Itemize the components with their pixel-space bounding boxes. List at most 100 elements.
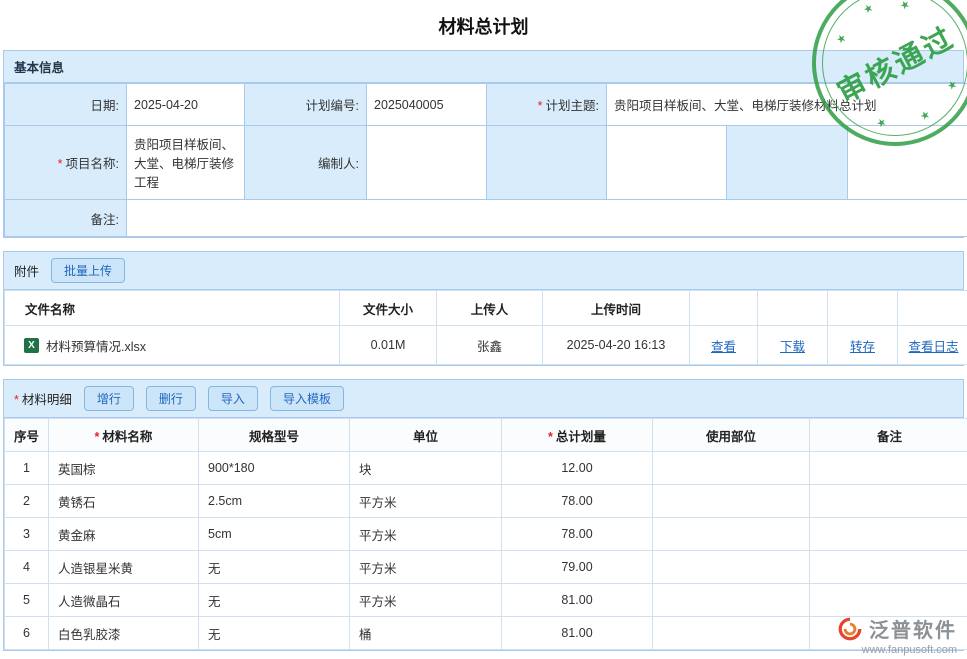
brand-name: 泛普软件 (869, 614, 957, 643)
cell-usage-part[interactable] (653, 452, 810, 485)
col-material-name: *材料名称 (49, 419, 199, 452)
cell-material-name[interactable]: 黄金麻 (49, 518, 199, 551)
col-file-name: 文件名称 (5, 291, 340, 326)
col-usage-part: 使用部位 (653, 419, 810, 452)
col-actions-empty (690, 291, 758, 326)
col-uploader: 上传人 (437, 291, 543, 326)
cell-unit[interactable]: 平方米 (350, 584, 502, 617)
project-name-value: 贵阳项目样板间、大堂、电梯厅装修工程 (134, 138, 234, 190)
cell-unit[interactable]: 块 (350, 452, 502, 485)
required-marker: * (14, 393, 19, 407)
required-marker: * (58, 157, 63, 171)
col-actions-empty (898, 291, 967, 326)
view-link[interactable]: 查看 (711, 340, 736, 354)
cell-remark[interactable] (810, 452, 967, 485)
cell-total-qty[interactable]: 78.00 (502, 518, 653, 551)
col-actions-empty (828, 291, 898, 326)
col-actions-empty (758, 291, 828, 326)
cell-total-qty[interactable]: 78.00 (502, 485, 653, 518)
date-label-cell: 日期: (5, 84, 127, 126)
cell-remark[interactable] (810, 584, 967, 617)
material-detail-panel: *材料明细 增行 删行 导入 导入模板 序号 *材料名称 规格型号 单位 *总计… (3, 379, 964, 651)
cell-material-name[interactable]: 白色乳胶漆 (49, 617, 199, 650)
cell-total-qty[interactable]: 81.00 (502, 584, 653, 617)
transfer-link[interactable]: 转存 (850, 340, 875, 354)
attachments-table: 文件名称 文件大小 上传人 上传时间 X 材料预算情况.xlsx 0.01M 张… (4, 290, 967, 365)
cell-remark[interactable] (810, 485, 967, 518)
add-row-button[interactable]: 增行 (84, 386, 134, 411)
cell-unit[interactable]: 平方米 (350, 551, 502, 584)
basic-info-table: 日期: 2025-04-20 计划编号: 2025040005 *计划主题: 贵… (4, 83, 967, 237)
view-log-link[interactable]: 查看日志 (908, 340, 958, 354)
cell-spec[interactable]: 900*180 (199, 452, 350, 485)
excel-file-icon: X (24, 338, 39, 353)
date-value-cell: 2025-04-20 (127, 84, 245, 126)
cell-spec[interactable]: 无 (199, 617, 350, 650)
basic-info-row-1: 日期: 2025-04-20 计划编号: 2025040005 *计划主题: 贵… (5, 84, 967, 126)
file-size-cell: 0.01M (340, 326, 437, 365)
project-name-label: 项目名称: (66, 157, 119, 171)
batch-upload-button[interactable]: 批量上传 (51, 258, 125, 283)
material-row: 2 黄锈石 2.5cm 平方米 78.00 (5, 485, 967, 518)
cell-usage-part[interactable] (653, 485, 810, 518)
project-name-value-cell: 贵阳项目样板间、大堂、电梯厅装修工程 (127, 126, 245, 200)
cell-seq: 2 (5, 485, 49, 518)
col-spec: 规格型号 (199, 419, 350, 452)
attachments-header-row: 文件名称 文件大小 上传人 上传时间 (5, 291, 967, 326)
action-view-cell: 查看 (690, 326, 758, 365)
empty-value-cell (848, 126, 967, 200)
cell-remark[interactable] (810, 551, 967, 584)
material-detail-section-header: *材料明细 增行 删行 导入 导入模板 (4, 380, 963, 418)
required-marker: * (548, 430, 553, 444)
cell-total-qty[interactable]: 79.00 (502, 551, 653, 584)
download-link[interactable]: 下载 (780, 340, 805, 354)
material-detail-table: 序号 *材料名称 规格型号 单位 *总计划量 使用部位 备注 1 英国棕 900… (4, 418, 967, 650)
cell-unit[interactable]: 平方米 (350, 518, 502, 551)
basic-info-panel: 基本信息 日期: 2025-04-20 计划编号: 2025040005 *计划… (3, 50, 964, 238)
footer-brand: 泛普软件 www.fanpusoft.com (837, 614, 957, 656)
cell-unit[interactable]: 平方米 (350, 485, 502, 518)
import-template-button[interactable]: 导入模板 (270, 386, 344, 411)
delete-row-button[interactable]: 删行 (146, 386, 196, 411)
empty-label-cell (727, 126, 848, 200)
material-row: 3 黄金麻 5cm 平方米 78.00 (5, 518, 967, 551)
col-total-qty: *总计划量 (502, 419, 653, 452)
cell-total-qty[interactable]: 12.00 (502, 452, 653, 485)
material-row: 6 白色乳胶漆 无 桶 81.00 (5, 617, 967, 650)
cell-total-qty[interactable]: 81.00 (502, 617, 653, 650)
plan-subject-label: 计划主题: (546, 99, 599, 113)
remark-label-cell: 备注: (5, 200, 127, 237)
col-unit: 单位 (350, 419, 502, 452)
cell-usage-part[interactable] (653, 518, 810, 551)
cell-seq: 4 (5, 551, 49, 584)
required-marker: * (538, 99, 543, 113)
cell-spec[interactable]: 无 (199, 551, 350, 584)
plan-no-value: 2025040005 (374, 98, 444, 112)
file-name: 材料预算情况.xlsx (46, 336, 146, 355)
attachments-panel: 附件 批量上传 文件名称 文件大小 上传人 上传时间 X (3, 251, 964, 366)
cell-usage-part[interactable] (653, 584, 810, 617)
compiler-label-cell: 编制人: (245, 126, 367, 200)
file-name-cell: X 材料预算情况.xlsx (5, 326, 340, 365)
date-value: 2025-04-20 (134, 98, 198, 112)
cell-material-name[interactable]: 人造银星米黄 (49, 551, 199, 584)
required-marker: * (95, 430, 100, 444)
col-total-qty-text: 总计划量 (556, 430, 606, 444)
cell-unit[interactable]: 桶 (350, 617, 502, 650)
cell-material-name[interactable]: 英国棕 (49, 452, 199, 485)
plan-no-label: 计划编号: (306, 99, 359, 113)
cell-material-name[interactable]: 黄锈石 (49, 485, 199, 518)
cell-spec[interactable]: 5cm (199, 518, 350, 551)
cell-material-name[interactable]: 人造微晶石 (49, 584, 199, 617)
cell-usage-part[interactable] (653, 617, 810, 650)
col-file-size: 文件大小 (340, 291, 437, 326)
basic-info-row-3: 备注: (5, 200, 967, 237)
cell-usage-part[interactable] (653, 551, 810, 584)
cell-spec[interactable]: 无 (199, 584, 350, 617)
col-upload-time: 上传时间 (543, 291, 690, 326)
import-button[interactable]: 导入 (208, 386, 258, 411)
cell-remark[interactable] (810, 518, 967, 551)
cell-spec[interactable]: 2.5cm (199, 485, 350, 518)
material-row: 5 人造微晶石 无 平方米 81.00 (5, 584, 967, 617)
col-material-name-text: 材料名称 (102, 430, 152, 444)
